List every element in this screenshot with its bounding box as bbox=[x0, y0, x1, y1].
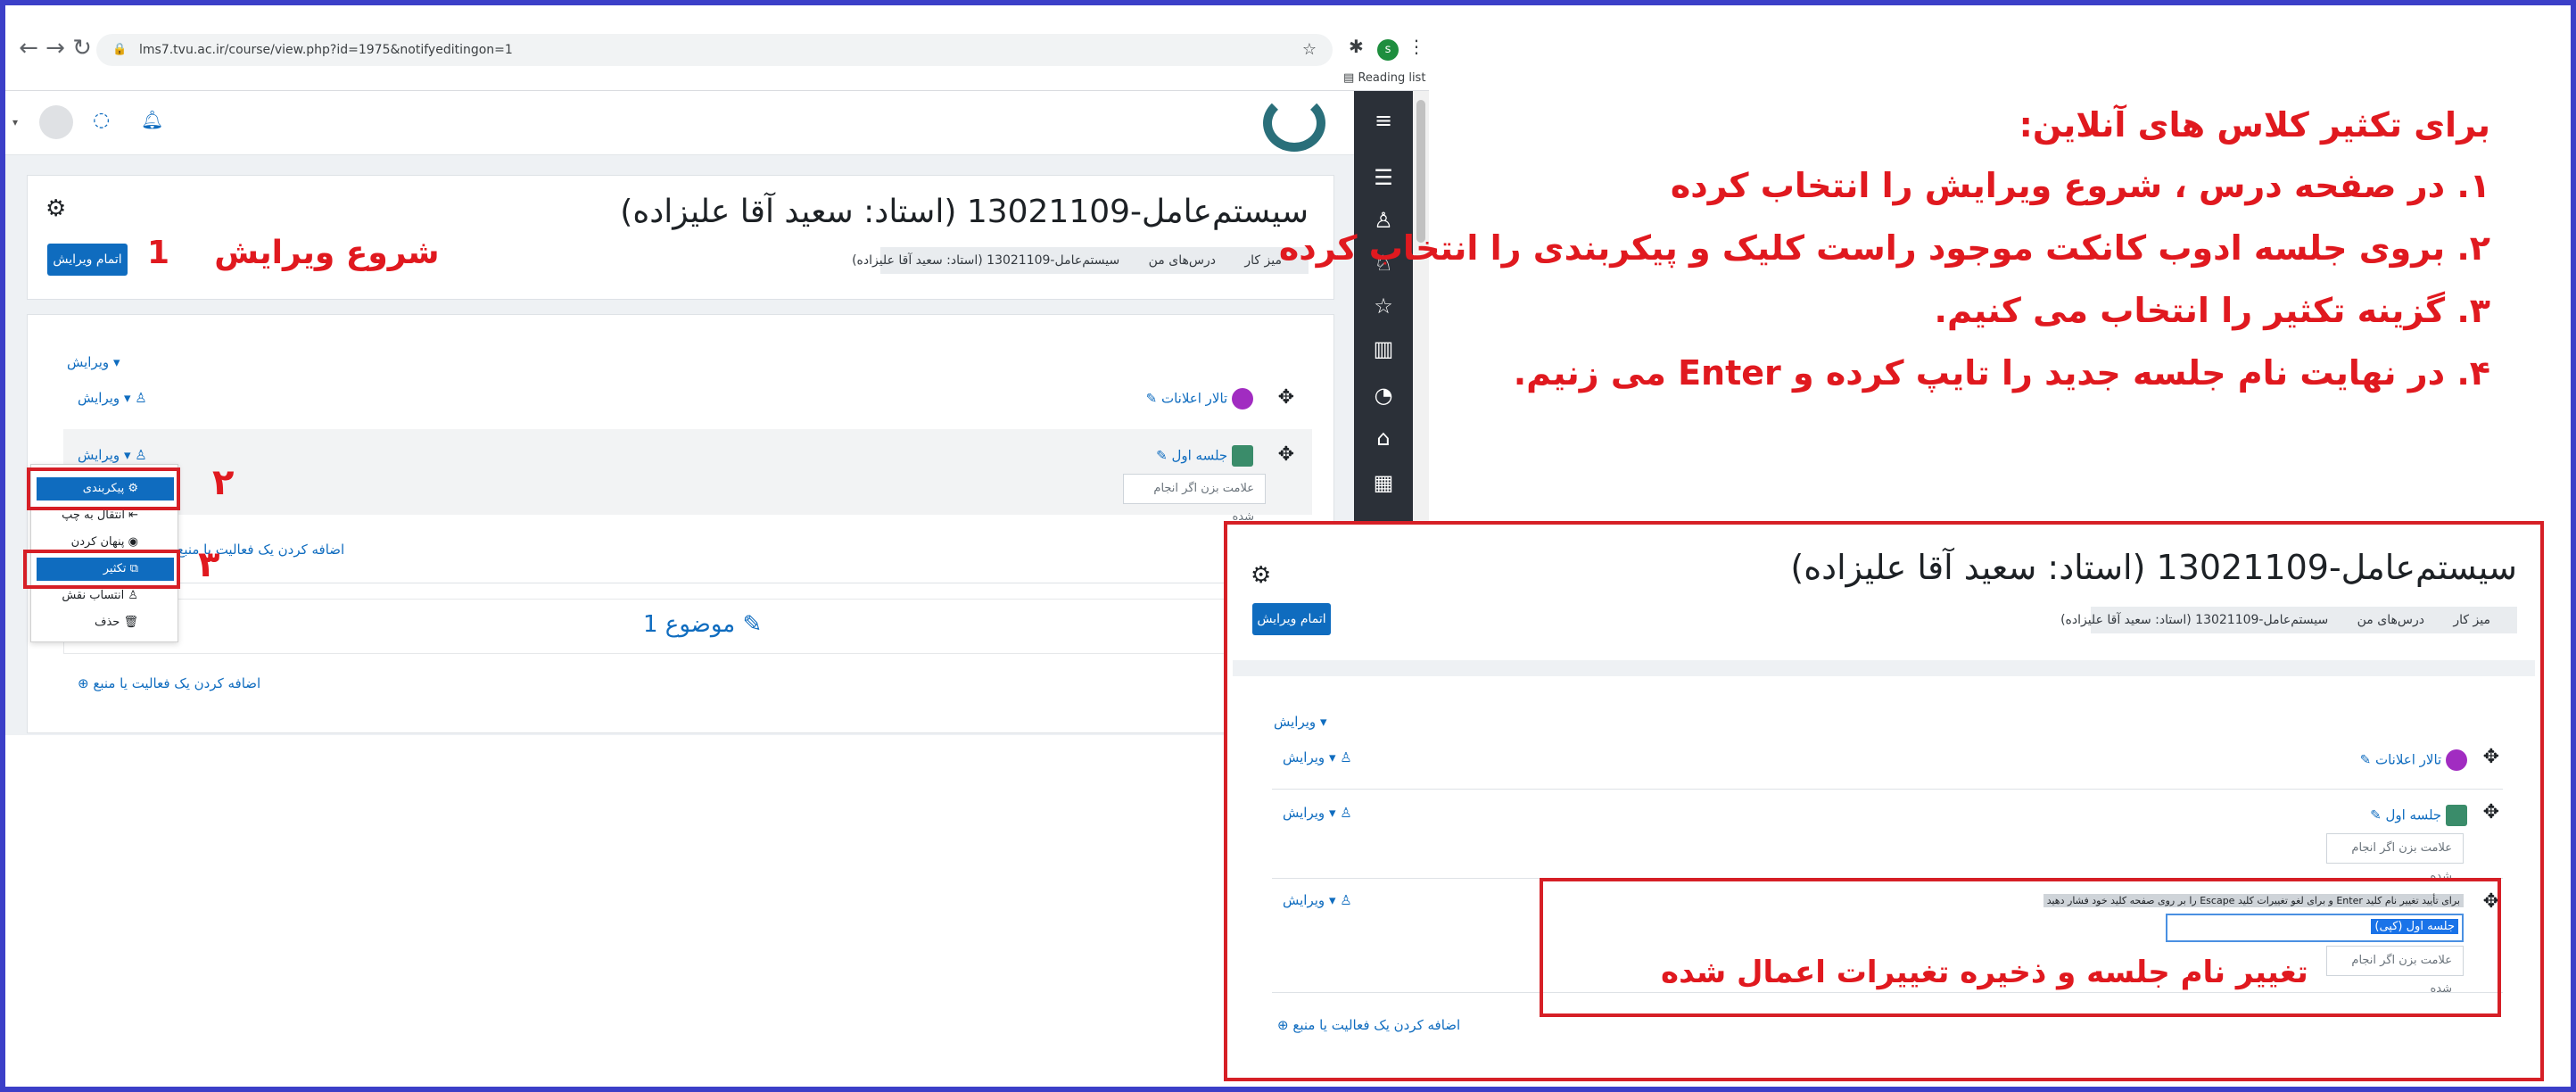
pencil-icon[interactable]: ✎ bbox=[1146, 391, 1158, 407]
extensions-icon[interactable]: ✱ bbox=[1349, 36, 1364, 57]
pencil-icon[interactable]: ✎ bbox=[742, 611, 762, 638]
instruction-step: ٢. بروی جلسه ادوب کانکت موجود راست کلیک … bbox=[1278, 228, 2490, 268]
breadcrumb-item[interactable]: سیستم‌عامل-13021109 (استاد: سعید آقا علی… bbox=[852, 253, 1119, 268]
pencil-icon[interactable]: ✎ bbox=[1156, 448, 1168, 464]
messages-icon[interactable]: ◌ bbox=[93, 109, 110, 131]
trash-icon: 🗑︎ bbox=[123, 616, 138, 629]
topic-title[interactable]: ✎ موضوع 1 bbox=[643, 611, 762, 638]
highlight-configure bbox=[27, 467, 180, 510]
user-icon: ♙ bbox=[1340, 892, 1352, 908]
list-icon[interactable]: ☰ bbox=[1354, 159, 1413, 196]
url-text: lms7.tvu.ac.ir/course/view.php?id=1975&n… bbox=[139, 43, 513, 57]
breadcrumb: میز کار درس‌های من سیستم‌عامل-13021109 (… bbox=[2060, 607, 2517, 633]
breadcrumb-item[interactable]: درس‌های من bbox=[2357, 613, 2424, 627]
reading-list-icon: ▤ bbox=[1343, 71, 1355, 85]
step3-number: ٣ bbox=[198, 544, 220, 585]
add-activity-link[interactable]: اضافه کردن یک فعالیت یا منبع ⊕ bbox=[78, 675, 260, 691]
pencil-icon[interactable]: ✎ bbox=[2370, 807, 2382, 823]
pencil-icon[interactable]: ✎ bbox=[2360, 752, 2372, 768]
section-edit-menu[interactable]: ▾ ویرایش bbox=[1274, 714, 1326, 730]
reading-list[interactable]: ▤ Reading list bbox=[1343, 71, 1425, 85]
user-icon: ♙ bbox=[135, 390, 147, 406]
profile-avatar[interactable]: s bbox=[1377, 39, 1399, 61]
dashboard-icon[interactable]: ◔ bbox=[1354, 376, 1413, 414]
add-activity-link[interactable]: اضافه کردن یک فعالیت یا منبع ⊕ bbox=[1277, 1017, 1460, 1033]
user-icon: ♙ bbox=[1340, 749, 1352, 765]
finish-editing-button[interactable]: اتمام ویرایش bbox=[1252, 603, 1331, 635]
inset-gap bbox=[1233, 660, 2535, 676]
forum-icon bbox=[1232, 388, 1253, 410]
user-icon: ♙ bbox=[1340, 805, 1352, 821]
adobe-connect-icon bbox=[1232, 445, 1253, 467]
instruction-step: ١. در صفحه درس ، شروع ویرایش را انتخاب ک… bbox=[1670, 166, 2490, 205]
step1-label: شروع ویرایش 1 bbox=[147, 235, 440, 271]
move-icon[interactable]: ✥ bbox=[1278, 386, 1294, 409]
menu-item-delete[interactable]: 🗑︎ حذف bbox=[37, 611, 174, 634]
site-logo[interactable] bbox=[1263, 95, 1325, 152]
home-icon[interactable]: ⌂ bbox=[1354, 419, 1413, 457]
forum-link[interactable]: تالار اعلانات ✎ bbox=[1146, 388, 1253, 410]
user-icon: ♙ bbox=[128, 589, 138, 602]
lock-icon: 🔒 bbox=[112, 43, 128, 56]
inset-header: سیستم‌عامل-13021109 (استاد: سعید آقا علی… bbox=[1233, 530, 2535, 682]
move-icon[interactable]: ✥ bbox=[2483, 746, 2499, 768]
nav-drawer: ≡ ☰ ♙ ♘ ☆ ▥ ◔ ⌂ ▦ bbox=[1354, 91, 1413, 523]
forum-link[interactable]: تالار اعلانات ✎ bbox=[2360, 749, 2467, 771]
page-title: سیستم‌عامل-13021109 (استاد: سعید آقا علی… bbox=[1790, 548, 2517, 587]
finish-editing-button[interactable]: اتمام ویرایش bbox=[47, 244, 128, 276]
session-link[interactable]: جلسه اول ✎ bbox=[1156, 445, 1253, 467]
breadcrumb-item[interactable]: سیستم‌عامل-13021109 (استاد: سعید آقا علی… bbox=[2060, 613, 2328, 627]
breadcrumb: میز کار درس‌های من سیستم‌عامل-13021109 (… bbox=[852, 247, 1309, 274]
forum-icon bbox=[2446, 749, 2467, 771]
gear-icon[interactable]: ⚙ bbox=[1251, 562, 1271, 589]
move-icon[interactable]: ✥ bbox=[2483, 801, 2499, 823]
hamburger-icon[interactable]: ≡ bbox=[1354, 102, 1413, 139]
section-edit-menu[interactable]: ▾ ویرایش bbox=[67, 354, 120, 370]
instruction-step: ۴. در نهایت نام جلسه جدید را تایپ کرده و… bbox=[1513, 353, 2490, 393]
gear-icon[interactable]: ⚙ bbox=[45, 195, 66, 222]
notifications-icon[interactable]: 🔔︎ bbox=[141, 109, 163, 130]
forum-edit-menu[interactable]: ♙ ▾ ویرایش bbox=[1283, 749, 1352, 765]
breadcrumb-item[interactable]: میز کار bbox=[1244, 253, 1282, 268]
user-icon: ♙ bbox=[135, 447, 147, 463]
calendar-icon[interactable]: ▦ bbox=[1354, 464, 1413, 501]
moodle-navbar: ▾ ◌ 🔔︎ bbox=[5, 91, 1354, 155]
breadcrumb-item[interactable]: درس‌های من bbox=[1149, 253, 1216, 268]
move-icon[interactable]: ✥ bbox=[1278, 443, 1294, 466]
course-content: ▾ ویرایش ♙ ▾ ویرایش تالار اعلانات ✎ ✥ ♙ … bbox=[27, 314, 1334, 733]
add-activity-link[interactable]: اضافه کردن یک فعالیت یا منبع ⊕ bbox=[161, 542, 344, 558]
mark-done-button[interactable]: علامت بزن اگر انجام شده bbox=[1123, 474, 1266, 524]
browser-toolbar: ← → ↻ 🔒 lms7.tvu.ac.ir/course/view.php?i… bbox=[5, 5, 1429, 91]
rename-caption: تغییر نام جلسه و ذخیره تغییرات اعمال شده bbox=[1661, 955, 2308, 990]
reload-icon[interactable]: ↻ bbox=[66, 32, 98, 64]
session-link[interactable]: جلسه اول ✎ bbox=[2370, 805, 2467, 826]
session-edit-menu[interactable]: ♙ ▾ ویرایش bbox=[1283, 805, 1352, 821]
adobe-connect-icon bbox=[2446, 805, 2467, 826]
highlight-duplicate bbox=[23, 550, 180, 589]
course-header: سیستم‌عامل-13021109 (استاد: سعید آقا علی… bbox=[27, 175, 1334, 300]
eye-icon: ◉ bbox=[128, 535, 138, 549]
page-title: سیستم‌عامل-13021109 (استاد: سعید آقا علی… bbox=[620, 194, 1309, 230]
user-menu-caret[interactable]: ▾ bbox=[12, 116, 18, 128]
mark-done-button[interactable]: علامت بزن اگر انجام شده bbox=[2326, 833, 2464, 883]
forum-edit-menu[interactable]: ♙ ▾ ویرایش bbox=[78, 390, 147, 406]
star-icon[interactable]: ☆ bbox=[1354, 287, 1413, 325]
address-bar[interactable]: 🔒 lms7.tvu.ac.ir/course/view.php?id=1975… bbox=[96, 34, 1333, 66]
step2-number: ٢ bbox=[212, 462, 235, 503]
grades-icon[interactable]: ▥ bbox=[1354, 330, 1413, 368]
instructions-heading: برای تکثیر کلاس های آنلاین: bbox=[2019, 105, 2490, 145]
session-edit-menu[interactable]: ♙ ▾ ویرایش bbox=[78, 447, 147, 463]
duplicate-edit-menu[interactable]: ♙ ▾ ویرایش bbox=[1283, 892, 1352, 908]
avatar[interactable] bbox=[39, 105, 73, 139]
breadcrumb-item[interactable]: میز کار bbox=[2453, 613, 2490, 627]
highlight-rename bbox=[1540, 878, 2501, 1017]
instruction-step: ٣. گزینه تکثیر را انتخاب می کنیم. bbox=[1934, 291, 2490, 330]
star-icon[interactable]: ☆ bbox=[1302, 34, 1317, 66]
divider bbox=[1272, 789, 2503, 790]
more-menu-icon[interactable]: ⋮ bbox=[1408, 36, 1425, 57]
